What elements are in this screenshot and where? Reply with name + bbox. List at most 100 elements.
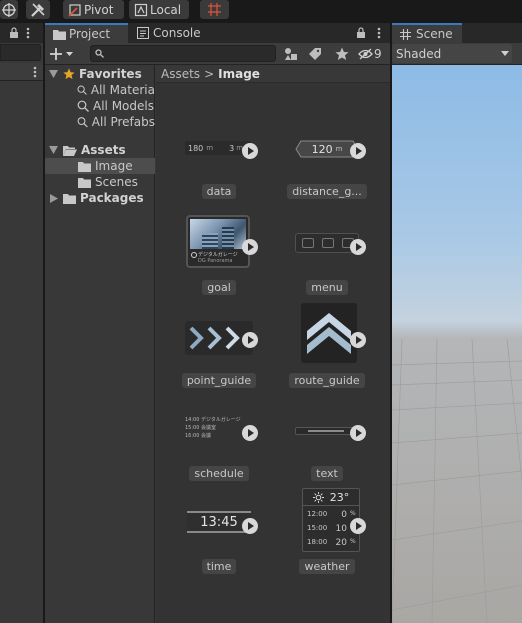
- shading-mode-dropdown[interactable]: Shaded: [392, 44, 512, 63]
- data-preview-left: 180: [188, 143, 204, 153]
- tab-scene[interactable]: Scene: [392, 23, 462, 43]
- asset-schedule[interactable]: 14:00 デジタルガレージ 15:00 会議室 16:00 会議 schedule: [171, 399, 261, 487]
- hierarchy-panel: [0, 23, 43, 623]
- star-icon: [63, 68, 75, 80]
- more-options-icon[interactable]: [26, 27, 30, 39]
- search-icon: [77, 117, 88, 128]
- tools-button[interactable]: [26, 0, 50, 19]
- asset-label: point_guide: [171, 373, 267, 388]
- tree-favorite-label: All Prefabs: [91, 115, 155, 129]
- local-toggle-button[interactable]: Local: [129, 0, 189, 19]
- scene-panel: Scene Shaded: [392, 23, 522, 623]
- shapes-filter-icon: [285, 48, 297, 60]
- favorite-search-button[interactable]: [332, 45, 352, 63]
- tree-assets[interactable]: Assets: [45, 142, 155, 158]
- asset-name: text: [311, 466, 343, 481]
- asset-label: goal: [171, 280, 267, 295]
- play-icon[interactable]: [350, 143, 366, 159]
- pivot-toggle-button[interactable]: Pivot: [63, 0, 124, 19]
- grid-snap-button[interactable]: [200, 0, 229, 19]
- asset-time[interactable]: 13:45 time: [171, 492, 261, 580]
- expand-arrow-down-icon[interactable]: [49, 146, 58, 154]
- play-icon[interactable]: [350, 332, 366, 348]
- more-options-icon[interactable]: [377, 27, 381, 39]
- asset-menu[interactable]: menu: [279, 213, 369, 301]
- breadcrumb-current[interactable]: Image: [218, 67, 260, 81]
- tree-favorite-label: All Models: [93, 99, 154, 113]
- hierarchy-search-input[interactable]: [0, 44, 41, 61]
- asset-label: time: [171, 559, 267, 574]
- scene-gizmo-button[interactable]: [0, 0, 18, 19]
- schedule-text: デジタルガレージ: [201, 417, 241, 423]
- play-icon[interactable]: [242, 518, 258, 534]
- schedule-text: 会議: [201, 433, 212, 439]
- tree-favorite-item[interactable]: All Prefabs: [45, 114, 155, 130]
- asset-distance-guide[interactable]: 120 m distance_g...: [279, 117, 369, 205]
- scene-viewport[interactable]: [392, 65, 522, 623]
- text-preview-line: [308, 430, 344, 432]
- hidden-packages-toggle[interactable]: 9: [358, 45, 388, 63]
- tree-folder-image[interactable]: Image: [45, 158, 155, 174]
- asset-data[interactable]: 180 m 3 m data: [171, 117, 261, 205]
- weather-value: 20: [335, 538, 347, 548]
- play-icon[interactable]: [350, 425, 366, 441]
- asset-goal[interactable]: デジタルガレージ DG Panorama goal: [171, 213, 261, 301]
- schedule-time: 16:00: [185, 433, 200, 439]
- lock-icon[interactable]: [9, 27, 19, 38]
- search-by-label-button[interactable]: [305, 45, 325, 63]
- tab-project-label: Project: [69, 27, 111, 41]
- breadcrumb-root[interactable]: Assets: [161, 67, 200, 81]
- tree-packages[interactable]: Packages: [45, 190, 155, 206]
- data-preview-unit: m: [206, 144, 214, 152]
- distance-preview-value: 120: [311, 142, 333, 156]
- schedule-row: 14:00 デジタルガレージ: [185, 416, 253, 424]
- asset-label: text: [279, 466, 375, 481]
- hierarchy-tabbar: [0, 23, 43, 43]
- folder-icon: [78, 177, 91, 188]
- play-icon[interactable]: [242, 425, 258, 441]
- project-search-input[interactable]: [90, 45, 276, 62]
- asset-text[interactable]: text: [279, 399, 369, 487]
- play-icon[interactable]: [350, 239, 366, 255]
- tab-project[interactable]: Project: [45, 23, 128, 43]
- tab-console[interactable]: Console: [129, 23, 209, 43]
- goal-building-photo: [190, 219, 246, 249]
- tree-favorite-item[interactable]: All Models: [45, 98, 155, 114]
- tools-icon: [31, 2, 45, 17]
- more-options-icon[interactable]: [33, 66, 37, 78]
- distance-preview-unit: m: [335, 145, 343, 153]
- play-icon[interactable]: [242, 332, 258, 348]
- asset-point-guide[interactable]: point_guide: [171, 306, 261, 394]
- schedule-time: 15:00: [185, 425, 200, 431]
- project-toolbar: 9: [45, 43, 390, 65]
- tree-favorite-item[interactable]: All Materia: [45, 82, 155, 98]
- tree-favorite-label: All Materia: [90, 83, 155, 97]
- tab-scene-label: Scene: [416, 27, 453, 41]
- asset-label: distance_g...: [279, 184, 375, 199]
- play-icon[interactable]: [350, 518, 366, 534]
- lock-icon[interactable]: [356, 27, 366, 38]
- expand-arrow-down-icon[interactable]: [49, 70, 58, 78]
- weather-value: 10: [335, 524, 347, 534]
- weather-unit: %: [350, 538, 356, 545]
- asset-weather[interactable]: 23° 12:000% 15:0010% 18:0020% weather: [279, 488, 369, 580]
- play-icon[interactable]: [242, 143, 258, 159]
- pivot-icon: [68, 3, 81, 17]
- breadcrumb: Assets > Image: [156, 65, 390, 83]
- play-icon[interactable]: [242, 239, 258, 255]
- asset-route-guide[interactable]: route_guide: [279, 303, 369, 394]
- project-folder-tree: Favorites All Materia All Models All Pre…: [45, 65, 155, 623]
- menu-slot-icon: [322, 238, 334, 248]
- star-icon: [335, 47, 349, 60]
- hierarchy-header: [0, 63, 43, 81]
- expand-arrow-right-icon[interactable]: [50, 193, 58, 203]
- asset-name: point_guide: [181, 373, 257, 388]
- time-preview-value: 13:45: [200, 514, 238, 530]
- search-by-type-button[interactable]: [281, 45, 301, 63]
- create-asset-button[interactable]: [50, 46, 78, 62]
- tree-folder-scenes[interactable]: Scenes: [45, 174, 155, 190]
- asset-name: goal: [202, 280, 236, 295]
- schedule-text: 会議室: [201, 425, 217, 431]
- weather-time: 15:00: [307, 524, 328, 532]
- tree-favorites[interactable]: Favorites: [45, 66, 155, 82]
